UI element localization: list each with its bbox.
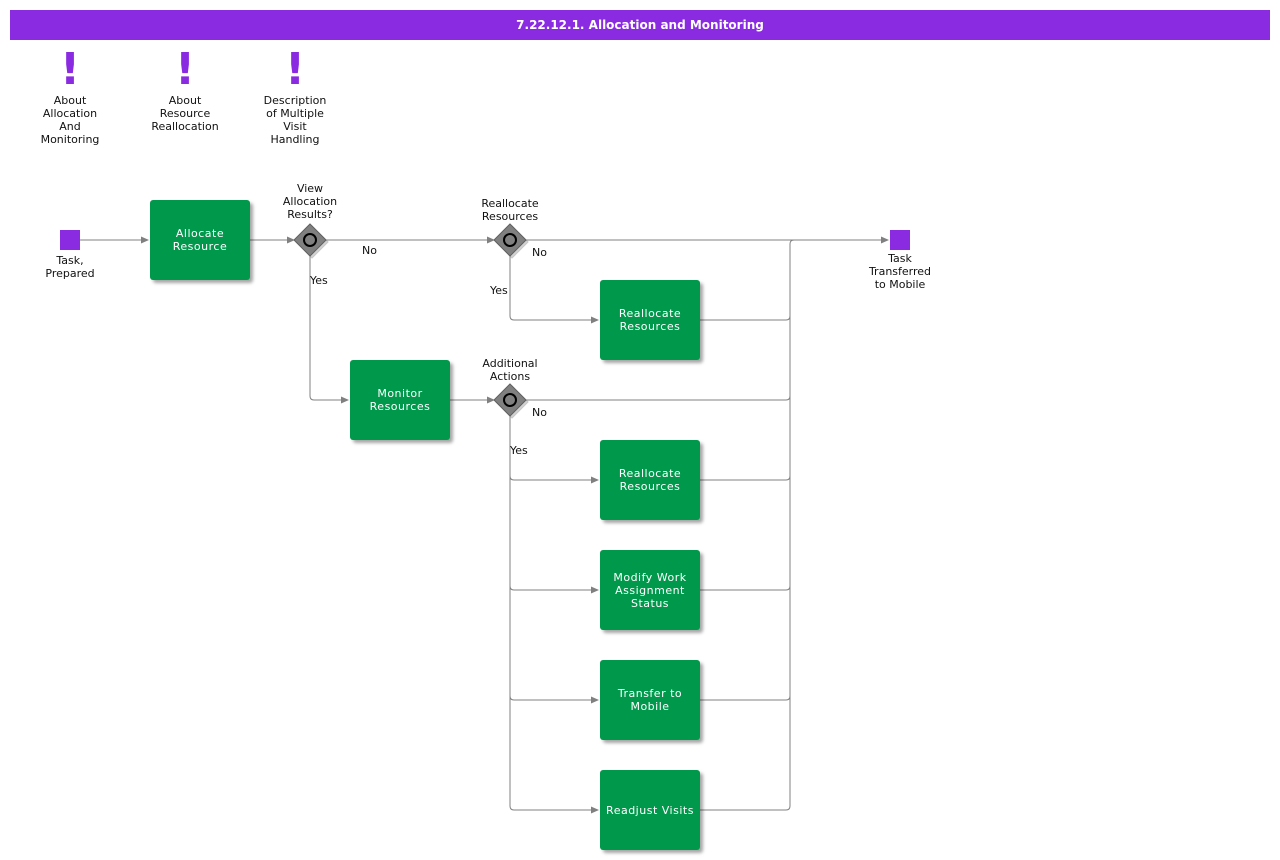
flow-to-modify bbox=[509, 585, 599, 594]
flow-additional-yes-trunk bbox=[509, 416, 515, 811]
task-allocate-resource[interactable]: Allocate Resource bbox=[150, 200, 250, 280]
flow-realloc-top-out bbox=[700, 315, 791, 321]
task-label: Allocate Resource bbox=[172, 227, 228, 253]
task-label: Monitor Resources bbox=[369, 387, 431, 413]
end-event-label: Task Transferred to Mobile bbox=[868, 252, 932, 291]
gateway-view-results[interactable] bbox=[293, 223, 329, 259]
task-label: Readjust Visits bbox=[606, 803, 694, 817]
flow-additional-no bbox=[526, 395, 791, 401]
start-event-label: Task, Prepared bbox=[45, 254, 95, 280]
task-transfer-to-mobile[interactable]: Transfer to Mobile bbox=[600, 660, 700, 740]
gateway-additional-actions[interactable] bbox=[493, 383, 529, 419]
gateway-additional-label: Additional Actions bbox=[482, 357, 538, 383]
flow-label-realloc-yes: Yes bbox=[490, 284, 508, 297]
flow-to-reallocate-mid bbox=[509, 475, 599, 484]
task-modify-work-assignment-status[interactable]: Modify Work Assignment Status bbox=[600, 550, 700, 630]
gateway-reallocate[interactable] bbox=[493, 223, 529, 259]
flow-realloc-yes bbox=[509, 256, 599, 324]
task-reallocate-resources-mid[interactable]: Reallocate Resources bbox=[600, 440, 700, 520]
flow-label-view-no: No bbox=[362, 244, 377, 257]
task-label: Reallocate Resources bbox=[618, 307, 682, 333]
flow-to-transfer bbox=[509, 695, 599, 704]
task-monitor-resources[interactable]: Monitor Resources bbox=[350, 360, 450, 440]
flow-label-view-yes: Yes bbox=[310, 274, 328, 287]
start-event[interactable] bbox=[60, 230, 80, 250]
flow-label-additional-yes: Yes bbox=[510, 444, 528, 457]
task-readjust-visits[interactable]: Readjust Visits bbox=[600, 770, 700, 850]
flow-reallocate-mid-out bbox=[700, 475, 791, 481]
flow-label-realloc-no: No bbox=[532, 246, 547, 259]
task-label: Modify Work Assignment Status bbox=[613, 570, 687, 610]
end-event[interactable] bbox=[890, 230, 910, 250]
gateway-view-results-label: View Allocation Results? bbox=[282, 182, 338, 221]
task-reallocate-resources-top[interactable]: Reallocate Resources bbox=[600, 280, 700, 360]
task-label: Reallocate Resources bbox=[618, 467, 682, 493]
task-label: Transfer to Mobile bbox=[617, 687, 683, 713]
flow-transfer-out bbox=[700, 695, 791, 701]
flow-modify-out bbox=[700, 585, 791, 591]
flow-label-additional-no: No bbox=[532, 406, 547, 419]
flow-merge-line bbox=[789, 239, 795, 806]
flow-readjust-out bbox=[700, 805, 791, 811]
gateway-reallocate-label: Reallocate Resources bbox=[481, 197, 539, 223]
